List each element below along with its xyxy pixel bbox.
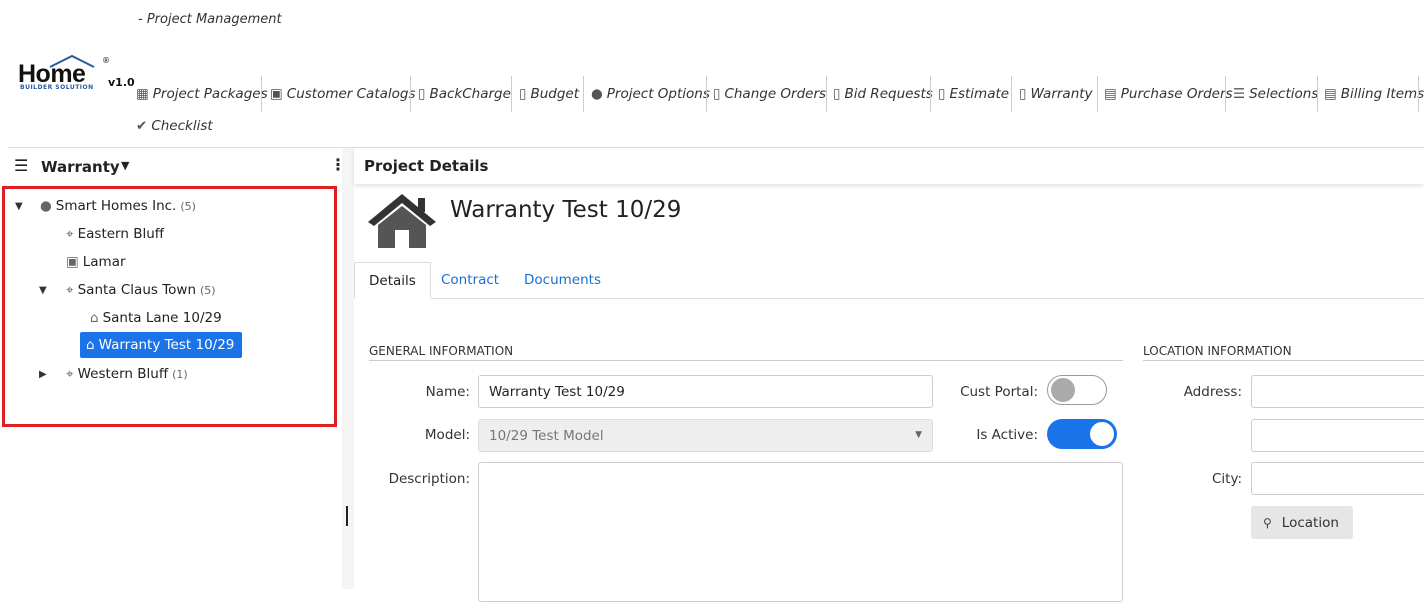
app-version: v1.0 xyxy=(108,76,135,89)
hamburger-icon[interactable]: ☰ xyxy=(14,156,28,175)
address-field-2[interactable] xyxy=(1251,419,1424,452)
tab-documents[interactable]: Documents xyxy=(510,262,615,299)
right-panel-title: Project Details xyxy=(364,157,489,175)
document-icon: ▯ xyxy=(833,86,841,102)
address-field-1[interactable] xyxy=(1251,375,1424,408)
chevron-down-icon[interactable]: ▼ xyxy=(121,159,129,172)
model-label: Model: xyxy=(424,427,470,443)
document-icon: ▯ xyxy=(1019,86,1027,102)
menu-item-budget[interactable]: ▯ Budget xyxy=(519,83,579,105)
menu-item-warranty[interactable]: ▯ Warranty xyxy=(1019,83,1093,105)
location-info-heading: LOCATION INFORMATION xyxy=(1143,344,1424,361)
description-label: Description: xyxy=(388,471,470,487)
menu-item-purchase-orders[interactable]: ▤ Purchase Orders xyxy=(1104,83,1233,105)
house-icon xyxy=(366,190,438,254)
name-field[interactable]: Warranty Test 10/29 xyxy=(478,375,933,408)
check-icon: ✔ xyxy=(136,118,148,134)
name-label: Name: xyxy=(425,384,470,400)
left-panel-title[interactable]: Warranty xyxy=(41,158,120,176)
menu-item-selections[interactable]: ☰ Selections xyxy=(1233,83,1318,105)
document-icon: ▯ xyxy=(519,86,527,102)
location-button[interactable]: ⚲ Location xyxy=(1251,506,1353,539)
city-label: City: xyxy=(1211,471,1242,487)
menu-item-bid-requests[interactable]: ▯ Bid Requests xyxy=(833,83,933,105)
catalog-icon: ▣ xyxy=(270,86,283,102)
menu-item-project-options[interactable]: ● Project Options xyxy=(591,83,710,105)
project-title: Warranty Test 10/29 xyxy=(450,197,682,223)
logo-subtext: BUILDER SOLUTION xyxy=(20,84,94,91)
right-panel-header: Project Details xyxy=(354,148,1424,184)
menu-item-checklist[interactable]: ✔ Checklist xyxy=(136,115,213,137)
document-icon: ▤ xyxy=(1104,86,1117,102)
cust-portal-label: Cust Portal: xyxy=(960,384,1038,400)
address-label: Address: xyxy=(1183,384,1242,400)
left-panel-header: ☰ Warranty ▼ ⋮ xyxy=(8,150,346,182)
app-logo: Home ® BUILDER SOLUTION v1.0 xyxy=(18,54,135,91)
tab-details[interactable]: Details xyxy=(354,262,431,299)
document-icon: ▯ xyxy=(713,86,721,102)
document-icon: ▯ xyxy=(938,86,946,102)
menu-item-estimate[interactable]: ▯ Estimate xyxy=(938,83,1009,105)
list-icon: ▤ xyxy=(1324,86,1337,102)
is-active-toggle[interactable] xyxy=(1047,419,1117,449)
city-field[interactable] xyxy=(1251,462,1424,495)
is-active-label: Is Active: xyxy=(976,427,1038,443)
cust-portal-toggle[interactable] xyxy=(1047,375,1107,405)
panel-splitter[interactable] xyxy=(342,148,354,589)
menu-item-backcharge[interactable]: ▯ BackCharge xyxy=(418,83,511,105)
menu-item-billing-items[interactable]: ▤ Billing Items xyxy=(1324,83,1424,105)
tab-contract[interactable]: Contract xyxy=(427,262,513,299)
highlight-box xyxy=(2,186,337,427)
user-icon: ● xyxy=(591,86,603,102)
document-icon: ▯ xyxy=(418,86,426,102)
description-field[interactable] xyxy=(478,462,1123,602)
menu-item-project-packages[interactable]: ▦ Project Packages xyxy=(136,83,268,105)
model-select[interactable]: 10/29 Test Model ▼ xyxy=(478,419,933,452)
list-icon: ☰ xyxy=(1233,86,1246,102)
tab-bar: Details Contract Documents xyxy=(354,262,1424,299)
general-info-heading: GENERAL INFORMATION xyxy=(369,344,1123,361)
menu-item-customer-catalogs[interactable]: ▣ Customer Catalogs xyxy=(270,83,416,105)
chevron-down-icon: ▼ xyxy=(915,430,922,440)
app-subtitle: - Project Management xyxy=(138,12,282,27)
splitter-handle[interactable] xyxy=(346,506,348,526)
search-location-icon: ⚲ xyxy=(1263,515,1272,530)
menu-item-change-orders[interactable]: ▯ Change Orders xyxy=(713,83,826,105)
package-icon: ▦ xyxy=(136,86,149,102)
